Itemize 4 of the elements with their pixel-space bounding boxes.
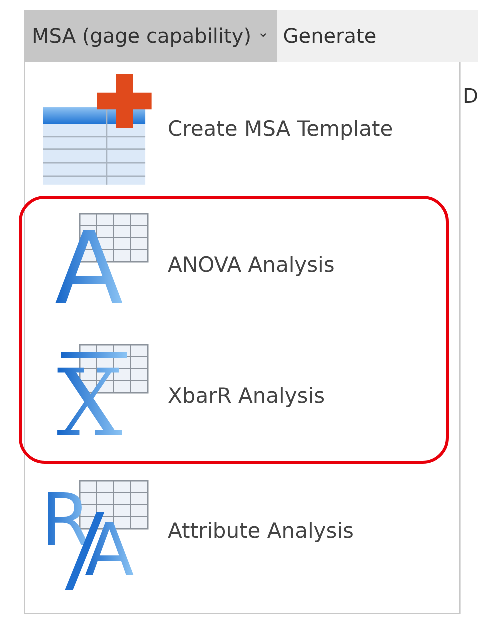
menu-item[interactable]: RA Attribute Analysis <box>25 464 459 598</box>
menu-tab[interactable]: MSA (gage capability) ⌄ <box>24 10 278 62</box>
menu-item[interactable]: Create MSA Template <box>25 62 459 196</box>
cell-text: D <box>463 84 478 108</box>
